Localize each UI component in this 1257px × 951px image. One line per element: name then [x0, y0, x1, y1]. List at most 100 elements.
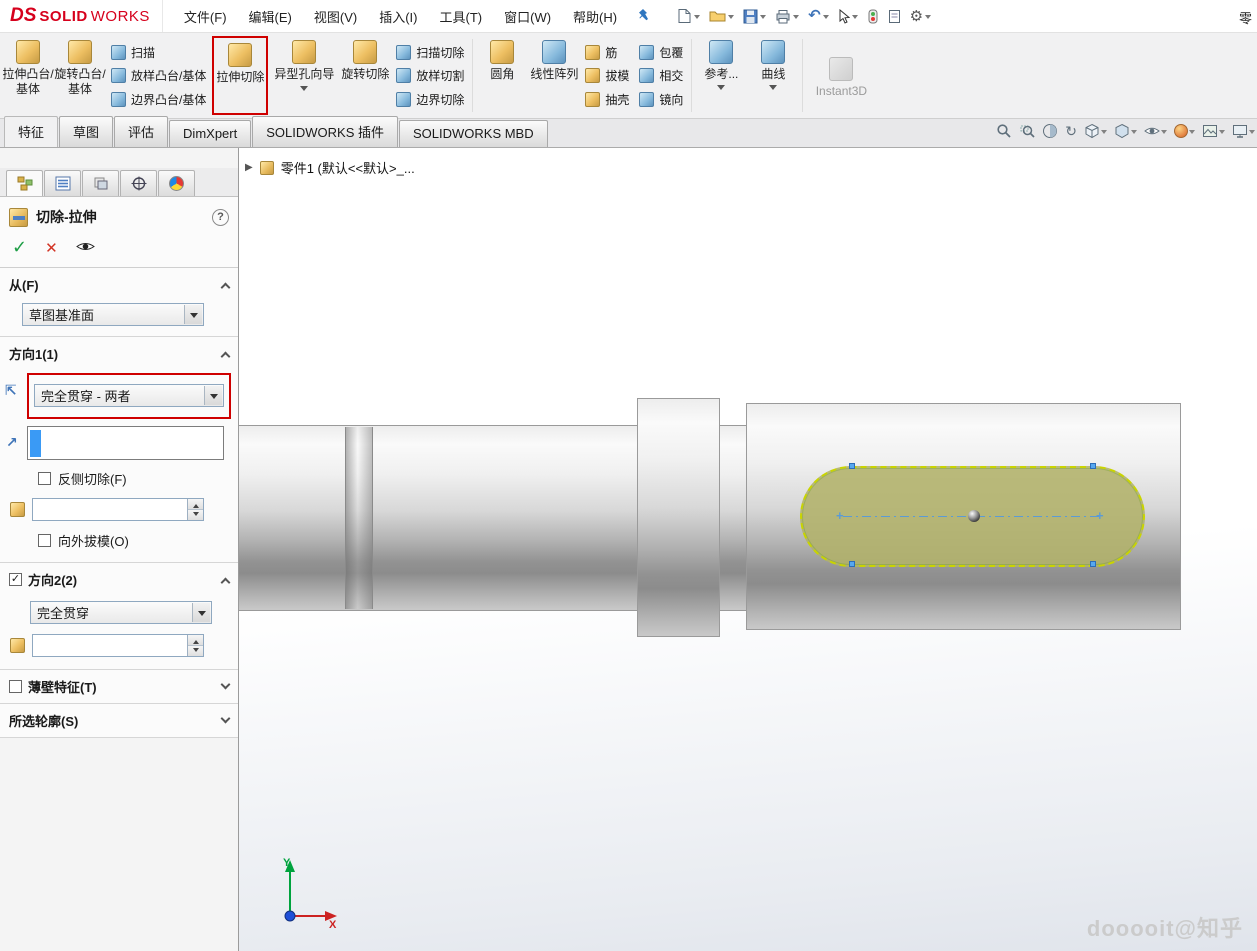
- dimxpert-manager-tab[interactable]: [120, 170, 157, 196]
- fillet-button[interactable]: 圆角: [476, 35, 528, 116]
- shell-button[interactable]: 抽壳: [585, 88, 629, 110]
- view-settings-icon[interactable]: [1232, 123, 1255, 139]
- tab-solidworks-addins[interactable]: SOLIDWORKS 插件: [252, 116, 398, 147]
- cancel-button[interactable]: ✕: [45, 239, 58, 257]
- save-dropdown-icon[interactable]: [760, 15, 766, 22]
- configuration-manager-tab[interactable]: [82, 170, 119, 196]
- loft-cut-button[interactable]: 放样切割: [396, 65, 464, 87]
- loft-boss-button[interactable]: 放样凸台/基体: [111, 65, 206, 87]
- reverse-direction-icon[interactable]: ⇱: [5, 382, 17, 399]
- save-button[interactable]: [740, 7, 769, 26]
- shaft-groove[interactable]: [345, 427, 373, 609]
- appearance-dropdown-icon[interactable]: [1189, 130, 1195, 137]
- curves-dropdown-icon[interactable]: [769, 85, 777, 94]
- dropdown-arrow-icon[interactable]: [204, 386, 222, 405]
- rebuild-button[interactable]: [864, 7, 882, 26]
- centerline-endpoint-right[interactable]: +: [1096, 511, 1104, 521]
- print-dropdown-icon[interactable]: [793, 15, 799, 22]
- sketch-point[interactable]: [849, 561, 855, 567]
- hide-show-items-icon[interactable]: [1144, 123, 1167, 139]
- hide-show-dropdown-icon[interactable]: [1161, 130, 1167, 137]
- expand-chevron-icon[interactable]: [221, 714, 231, 724]
- sketch-point[interactable]: [1090, 561, 1096, 567]
- from-select[interactable]: 草图基准面: [22, 303, 204, 326]
- direction2-depth-spinner[interactable]: [32, 634, 204, 657]
- display-style-dropdown-icon[interactable]: [1131, 130, 1137, 137]
- menu-insert[interactable]: 插入(I): [368, 0, 428, 33]
- print-button[interactable]: [772, 7, 802, 26]
- edit-appearance-icon[interactable]: [1174, 124, 1195, 138]
- sketch-point[interactable]: [849, 463, 855, 469]
- tab-dimxpert[interactable]: DimXpert: [169, 120, 251, 147]
- direction2-end-condition-select[interactable]: 完全贯穿: [30, 601, 212, 624]
- swept-cut-button[interactable]: 扫描切除: [396, 41, 464, 63]
- tree-expand-icon[interactable]: ▶: [245, 162, 253, 173]
- collapse-chevron-icon[interactable]: [221, 351, 231, 361]
- collapse-chevron-icon[interactable]: [221, 282, 231, 292]
- revolve-cut-button[interactable]: 旋转切除: [339, 35, 391, 116]
- reference-geometry-button[interactable]: 参考...: [695, 35, 747, 116]
- menu-edit[interactable]: 编辑(E): [238, 0, 303, 33]
- tab-features[interactable]: 特征: [4, 116, 58, 147]
- show-preview-icon[interactable]: [76, 240, 95, 256]
- dropdown-arrow-icon[interactable]: [184, 305, 202, 324]
- direction1-end-condition-select[interactable]: 完全贯穿 - 两者: [34, 384, 224, 407]
- menu-view[interactable]: 视图(V): [303, 0, 368, 33]
- boundary-cut-button[interactable]: 边界切除: [396, 88, 464, 110]
- hole-wizard-button[interactable]: 异型孔向导: [269, 35, 339, 116]
- centerline-endpoint-left[interactable]: +: [836, 511, 844, 521]
- revolve-boss-button[interactable]: 旋转凸台/基体: [54, 35, 106, 116]
- new-document-dropdown-icon[interactable]: [694, 15, 700, 22]
- ok-button[interactable]: ✓: [12, 237, 27, 258]
- wrap-button[interactable]: 包覆: [639, 41, 683, 63]
- zoom-area-icon[interactable]: [1019, 123, 1035, 139]
- collapse-chevron-icon[interactable]: [221, 577, 231, 587]
- thin-feature-section-header[interactable]: 薄壁特征(T): [0, 669, 238, 703]
- view-orientation-icon[interactable]: [1084, 123, 1107, 139]
- menu-tools[interactable]: 工具(T): [429, 0, 494, 33]
- display-manager-tab[interactable]: [158, 170, 195, 196]
- open-dropdown-icon[interactable]: [728, 15, 734, 22]
- swept-boss-button[interactable]: 扫描: [111, 41, 206, 63]
- reference-dropdown-icon[interactable]: [717, 85, 725, 94]
- new-document-button[interactable]: [674, 6, 703, 26]
- pin-menu-icon[interactable]: [636, 8, 650, 24]
- rotate-view-icon[interactable]: ↻: [1065, 124, 1077, 138]
- dropdown-arrow-icon[interactable]: [192, 603, 210, 622]
- options-dropdown-icon[interactable]: [925, 15, 931, 22]
- select-dropdown-icon[interactable]: [852, 15, 858, 22]
- options-button[interactable]: ⚙: [907, 7, 934, 26]
- draft-button[interactable]: 拔模: [585, 65, 629, 87]
- instant3d-button[interactable]: Instant3D: [806, 35, 876, 116]
- curves-button[interactable]: 曲线: [747, 35, 799, 116]
- undo-button[interactable]: ↶: [805, 7, 832, 25]
- thin-feature-checkbox[interactable]: [9, 680, 22, 693]
- view-orientation-dropdown-icon[interactable]: [1101, 130, 1107, 137]
- tab-sketch[interactable]: 草图: [59, 116, 113, 147]
- draft-outward-checkbox[interactable]: [38, 534, 51, 547]
- select-button[interactable]: [835, 7, 861, 26]
- direction1-section-header[interactable]: 方向1(1): [0, 336, 238, 370]
- tab-solidworks-mbd[interactable]: SOLIDWORKS MBD: [399, 120, 548, 147]
- view-settings-dropdown-icon[interactable]: [1249, 130, 1255, 137]
- property-manager-tab[interactable]: [44, 170, 81, 196]
- expand-chevron-icon[interactable]: [221, 680, 231, 690]
- extrude-boss-button[interactable]: 拉伸凸台/基体: [2, 35, 54, 116]
- direction2-section-header[interactable]: ✓ 方向2(2): [0, 562, 238, 596]
- boundary-boss-button[interactable]: 边界凸台/基体: [111, 88, 206, 110]
- sketch-center-point[interactable]: [968, 510, 980, 522]
- undo-dropdown-icon[interactable]: [823, 15, 829, 22]
- section-view-icon[interactable]: [1042, 123, 1058, 139]
- intersect-button[interactable]: 相交: [639, 65, 683, 87]
- sketch-point[interactable]: [1090, 463, 1096, 469]
- open-button[interactable]: [706, 7, 737, 25]
- file-properties-button[interactable]: [885, 7, 904, 26]
- scene-dropdown-icon[interactable]: [1219, 130, 1225, 137]
- selected-contours-section-header[interactable]: 所选轮廓(S): [0, 703, 238, 737]
- tab-evaluate[interactable]: 评估: [114, 116, 168, 147]
- feature-tree-flyout[interactable]: ▶ 零件1 (默认<<默认>_...: [245, 158, 415, 177]
- shaft-segment-left[interactable]: [239, 425, 637, 611]
- direction2-checkbox[interactable]: ✓: [9, 573, 22, 586]
- hole-wizard-dropdown-icon[interactable]: [300, 86, 308, 95]
- menu-help[interactable]: 帮助(H): [562, 0, 628, 33]
